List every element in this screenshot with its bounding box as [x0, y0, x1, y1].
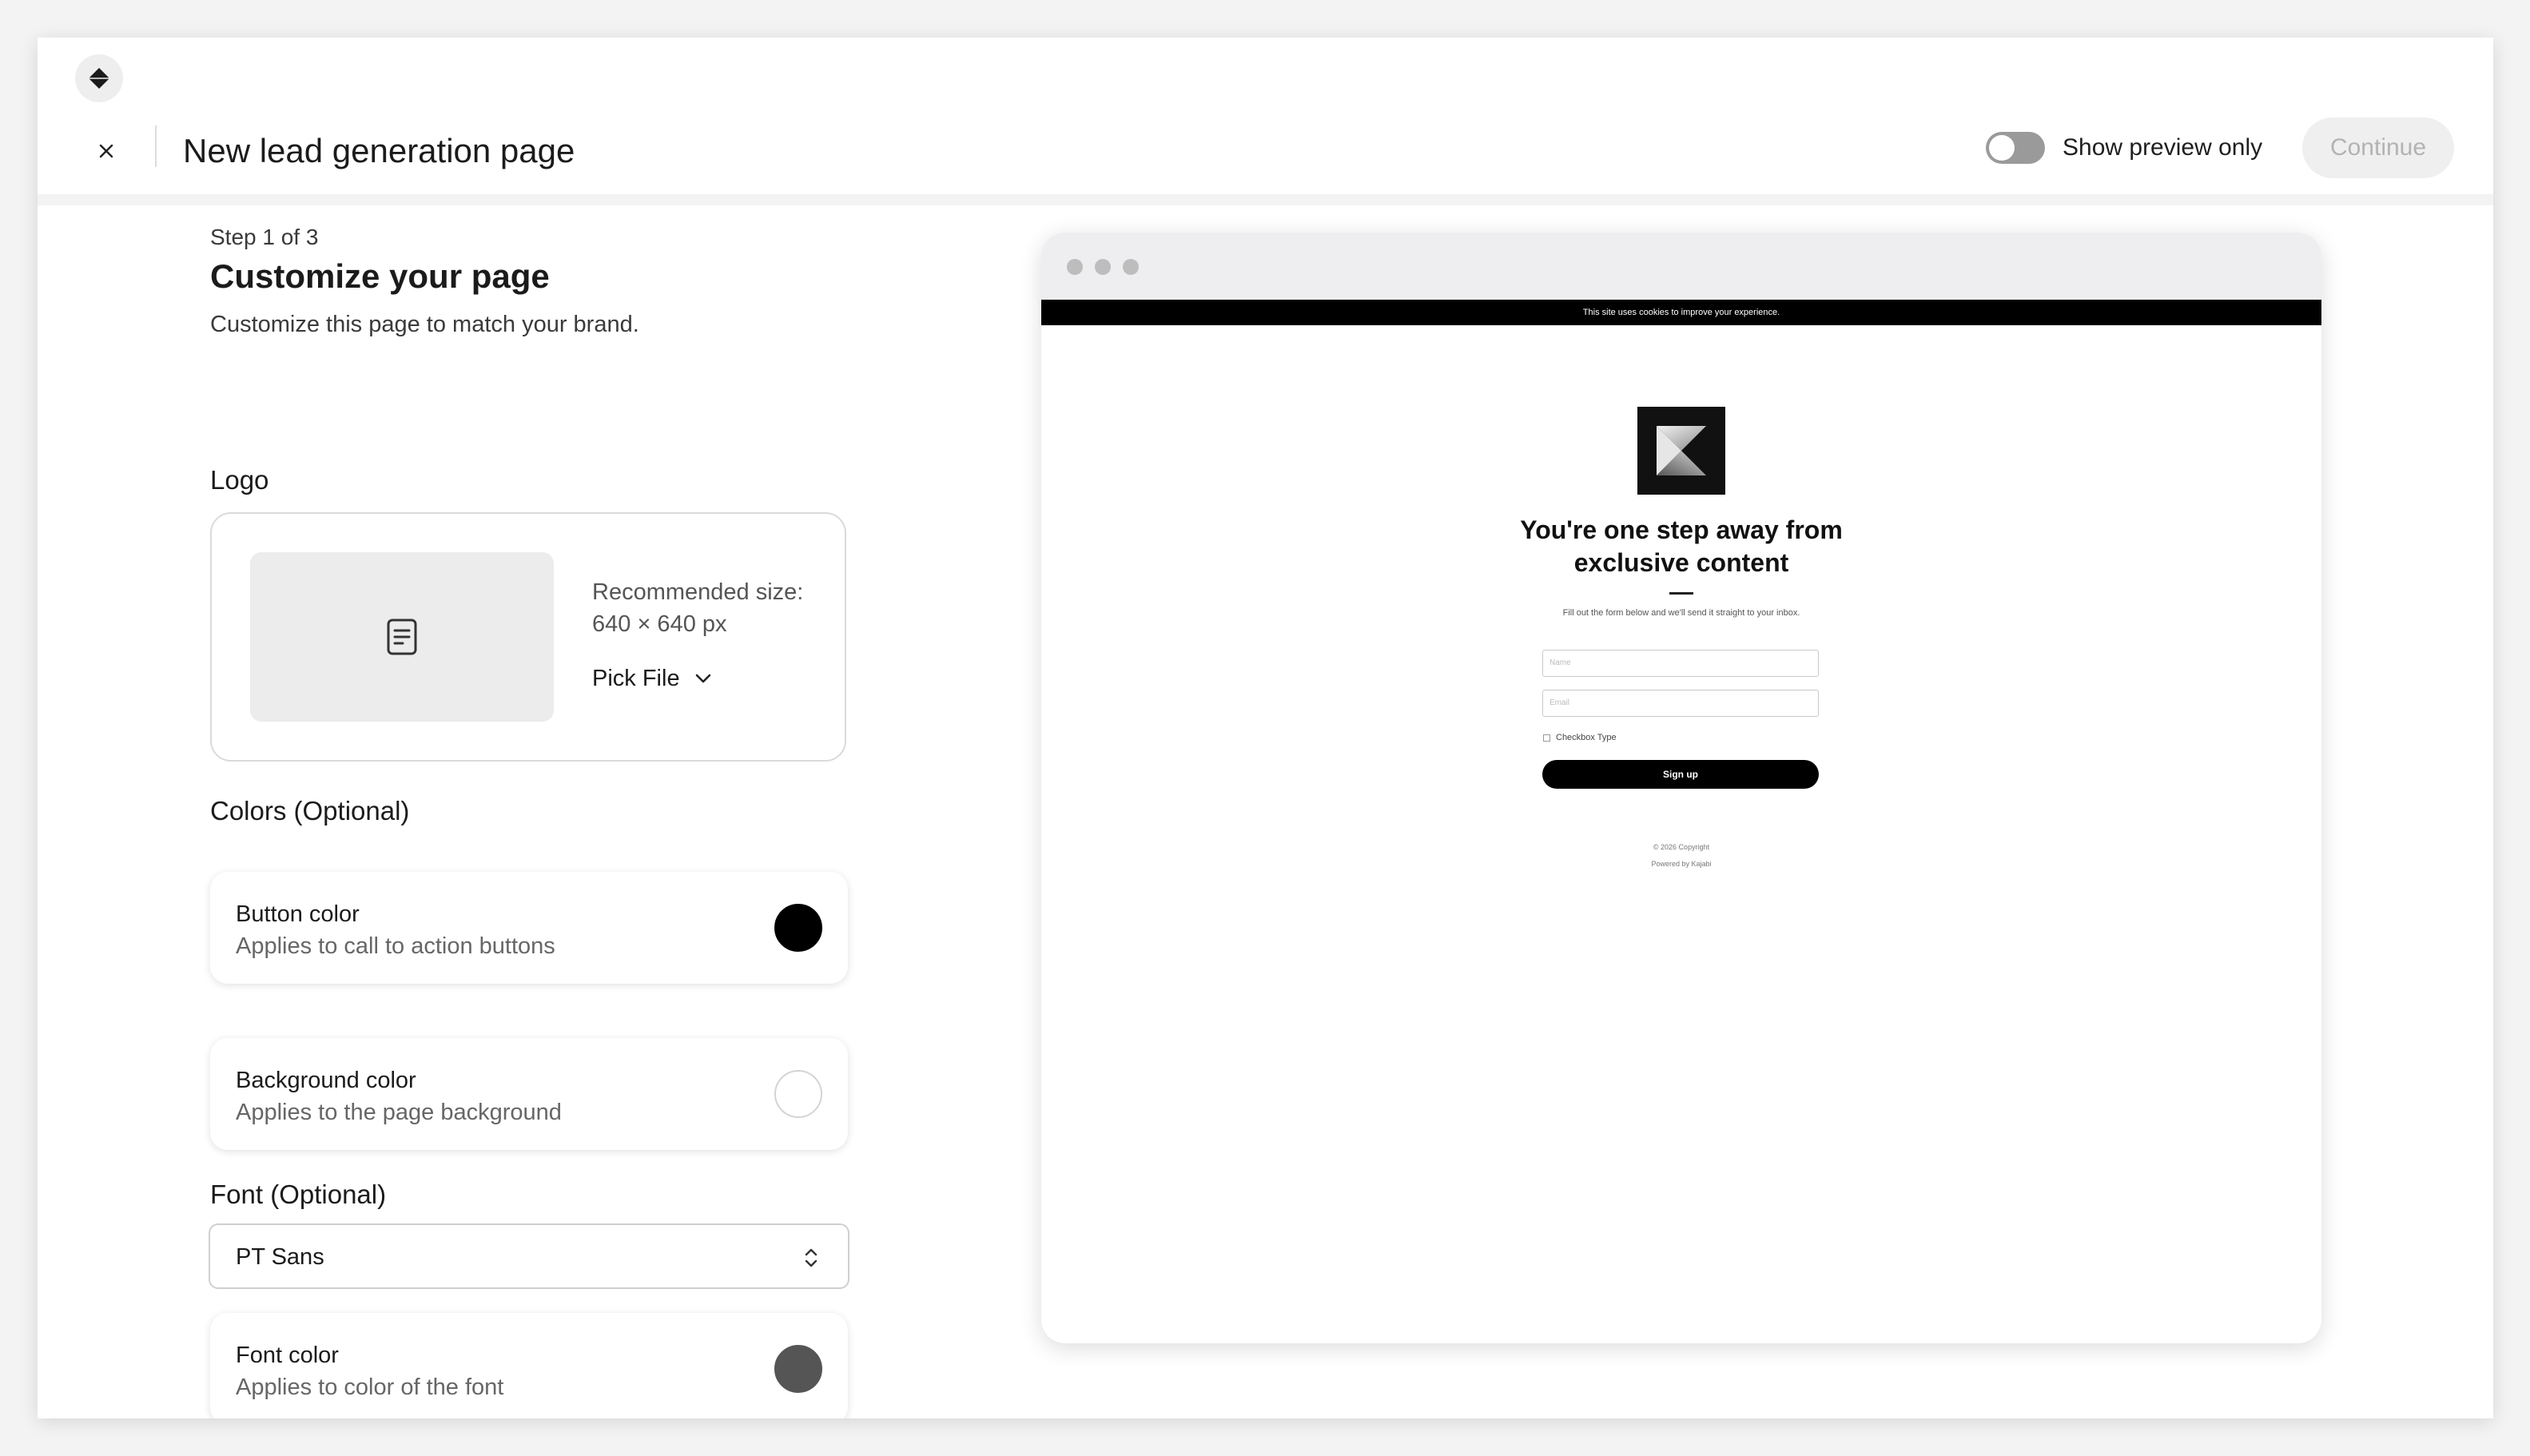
close-icon — [99, 144, 113, 158]
page-title: New lead generation page — [183, 132, 575, 169]
brand-logo — [75, 54, 123, 102]
preview-subtext: Fill out the form below and we'll send i… — [1562, 608, 1800, 618]
cookie-banner: This site uses cookies to improve your e… — [1041, 300, 2321, 325]
header-separator — [38, 194, 2493, 205]
preview-copyright: © 2026 Copyright — [1653, 843, 1710, 851]
document-icon — [387, 619, 417, 655]
logo-size-hint: Recommended size: 640 × 640 px — [592, 579, 804, 637]
show-preview-toggle[interactable] — [1986, 132, 2045, 164]
font-color-card: Font color Applies to color of the font — [210, 1313, 848, 1418]
section-title: Customize your page — [210, 257, 550, 295]
brand-logo-image — [1637, 407, 1725, 495]
preview-logo — [1637, 407, 1725, 495]
font-color-swatch[interactable] — [774, 1345, 822, 1393]
toggle-knob — [1989, 135, 2015, 161]
header: New lead generation page Show preview on… — [38, 38, 2493, 194]
diamond-icon — [89, 68, 109, 89]
window-dot — [1095, 259, 1111, 275]
show-preview-label: Show preview only — [2063, 134, 2263, 161]
preview-checkbox[interactable] — [1543, 734, 1550, 742]
preview-headline: You're one step away from exclusive cont… — [1520, 515, 1843, 577]
logo-dropzone[interactable] — [250, 552, 554, 722]
logo-label: Logo — [210, 465, 269, 495]
window-dot — [1123, 259, 1139, 275]
button-color-swatch[interactable] — [774, 904, 822, 952]
app-window: New lead generation page Show preview on… — [38, 38, 2493, 1418]
close-button[interactable] — [82, 127, 130, 175]
background-color-title: Background color — [236, 1068, 416, 1093]
preview-email-input[interactable]: Email — [1542, 690, 1819, 717]
preview-checkbox-label: Checkbox Type — [1556, 733, 1617, 742]
pick-file-label: Pick File — [592, 666, 680, 691]
continue-button[interactable]: Continue — [2302, 117, 2454, 178]
font-select[interactable]: PT Sans — [209, 1223, 849, 1289]
chevron-down-icon — [695, 674, 710, 683]
background-color-description: Applies to the page background — [236, 1100, 562, 1125]
preview-name-input[interactable]: Name — [1542, 650, 1819, 677]
font-color-title: Font color — [236, 1343, 339, 1368]
preview-browser-bar — [1041, 233, 2321, 300]
font-label: Font (Optional) — [210, 1180, 387, 1209]
page-preview: This site uses cookies to improve your e… — [1041, 233, 2321, 1343]
background-color-swatch[interactable] — [774, 1070, 822, 1118]
logo-upload-card: Recommended size: 640 × 640 px Pick File — [210, 512, 846, 762]
preview-powered-by: Powered by Kajabi — [1651, 860, 1712, 868]
preview-divider — [1669, 592, 1693, 595]
font-color-description: Applies to color of the font — [236, 1374, 504, 1400]
step-indicator: Step 1 of 3 — [210, 225, 319, 249]
button-color-card: Button color Applies to call to action b… — [210, 872, 848, 984]
button-color-title: Button color — [236, 901, 360, 927]
button-color-description: Applies to call to action buttons — [236, 933, 555, 959]
header-divider — [155, 125, 157, 167]
window-dot — [1067, 259, 1083, 275]
colors-label: Colors (Optional) — [210, 796, 410, 825]
chevron-up-down-icon — [805, 1248, 817, 1267]
preview-signup-button[interactable]: Sign up — [1542, 760, 1819, 789]
pick-file-button[interactable]: Pick File — [592, 662, 712, 694]
background-color-card: Background color Applies to the page bac… — [210, 1038, 848, 1150]
font-select-value: PT Sans — [236, 1244, 324, 1270]
section-subtitle: Customize this page to match your brand. — [210, 312, 639, 337]
